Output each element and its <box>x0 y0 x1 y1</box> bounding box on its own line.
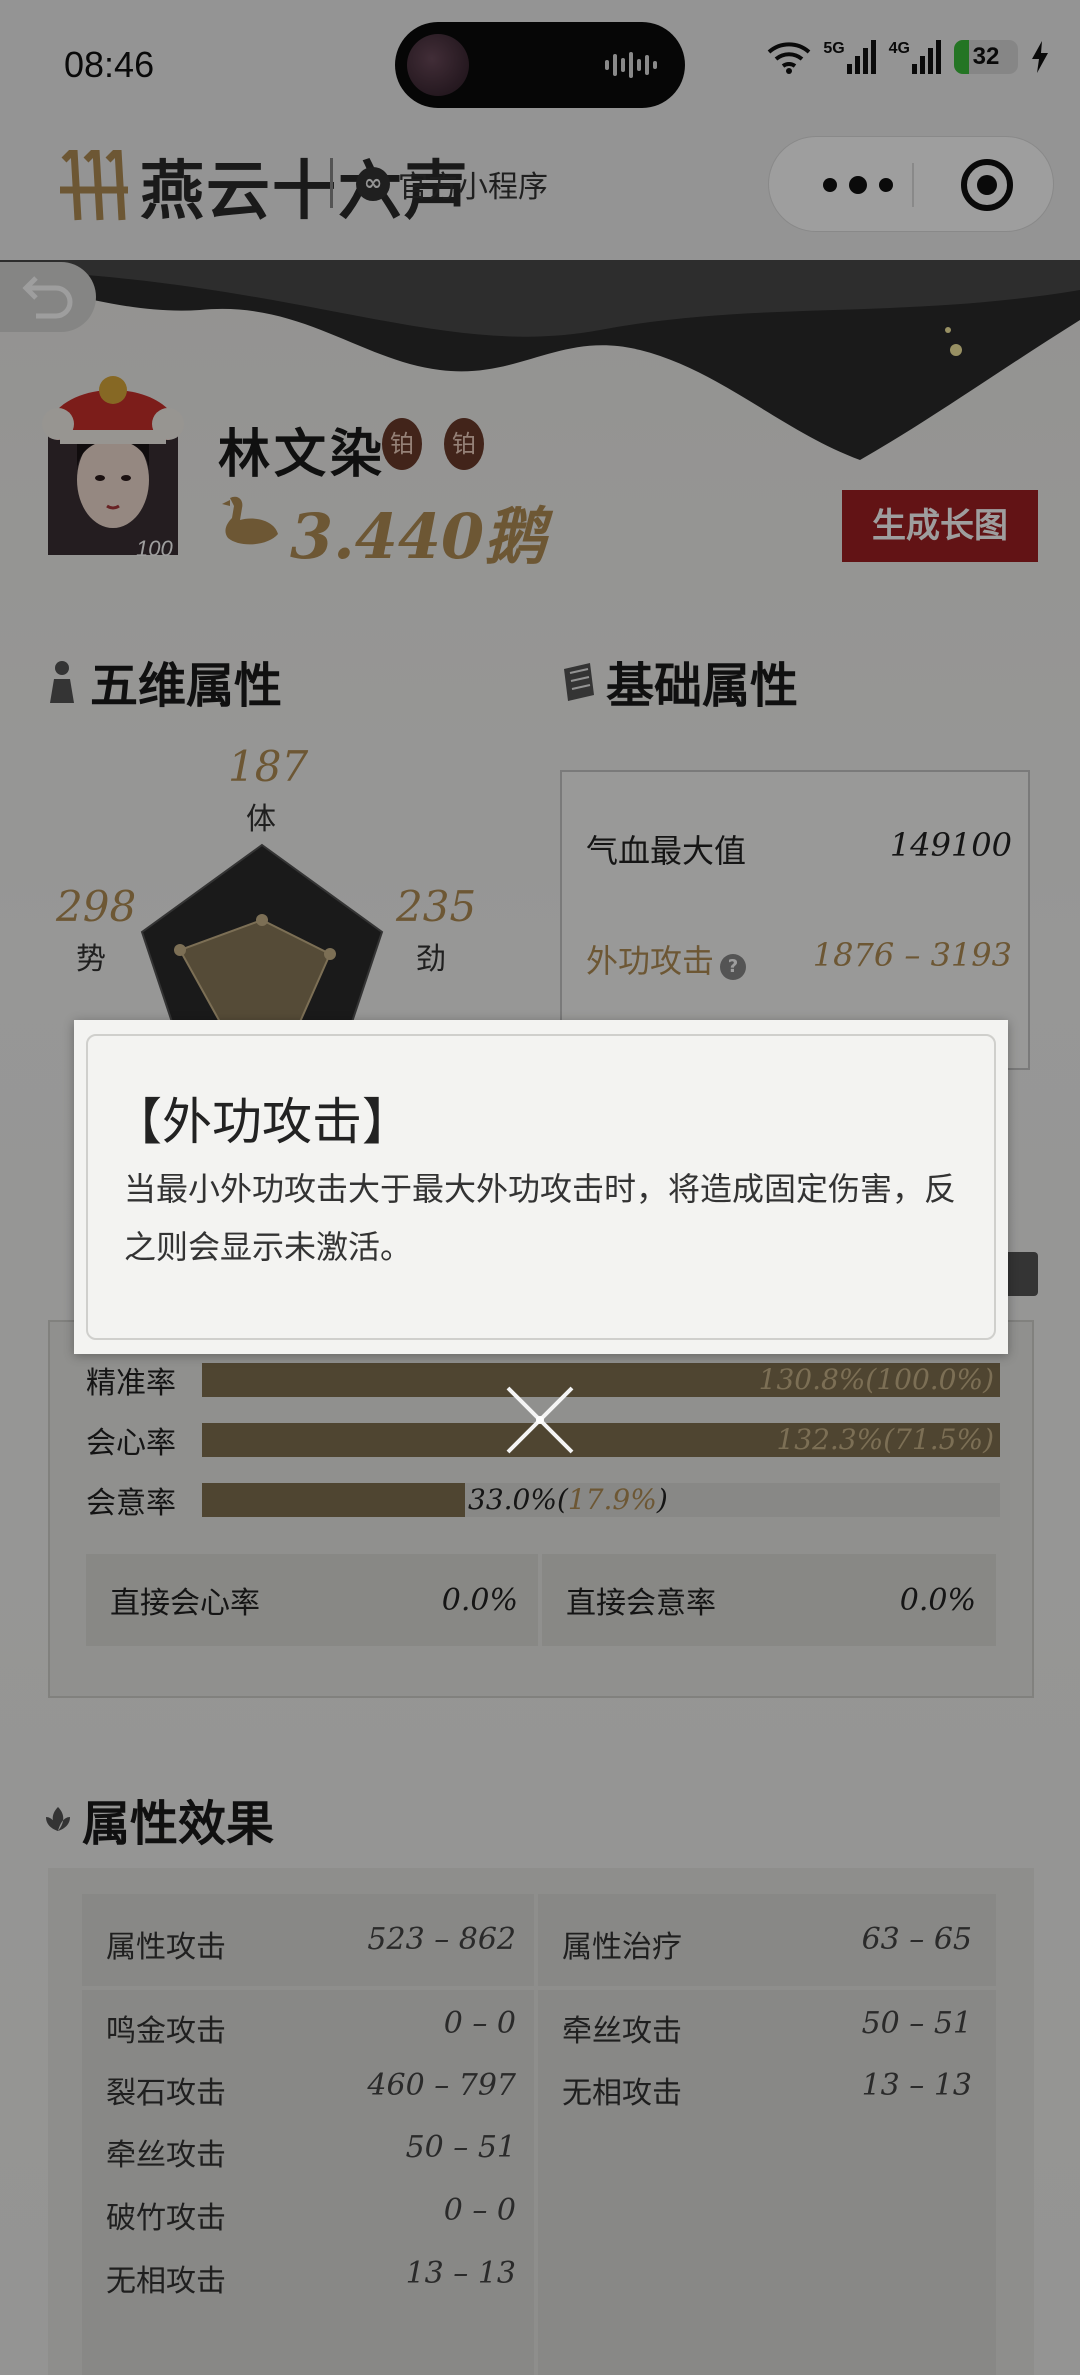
tooltip-modal: 【外功攻击】 当最小外功攻击大于最大外功攻击时，将造成固定伤害，反之则会显示未激… <box>74 1020 1008 1354</box>
close-icon[interactable] <box>500 1380 580 1460</box>
modal-body: 当最小外功攻击大于最大外功攻击时，将造成固定伤害，反之则会显示未激活。 <box>124 1170 957 1266</box>
modal-title: 【外功攻击】 <box>112 1093 412 1151</box>
